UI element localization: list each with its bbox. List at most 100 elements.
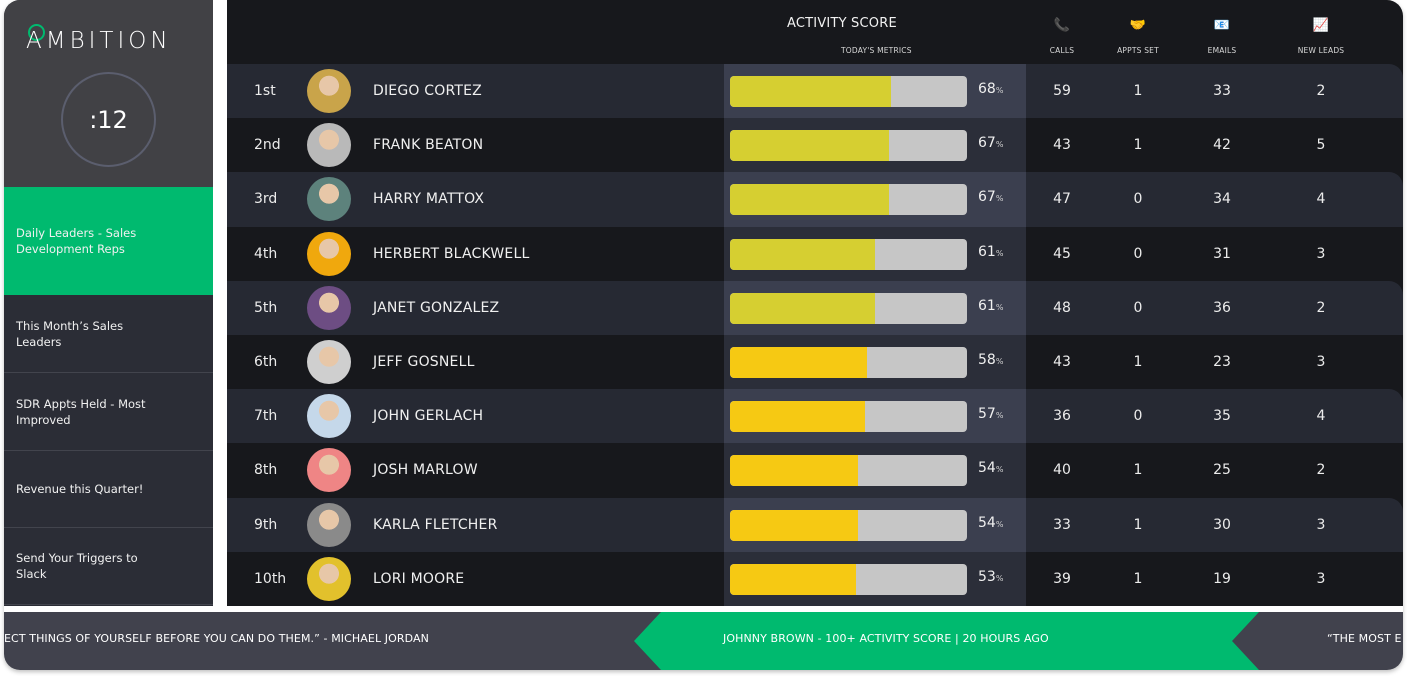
appts-count: 1 [1133,83,1143,100]
rank: 6th [254,354,278,371]
appts-count: 0 [1133,299,1143,316]
metric-header-new-leads: 📈 NEW LEADS [1276,14,1366,56]
metric-header-label: APPTS SET [1117,46,1159,55]
activity-score-bar [730,76,967,107]
appts-count: 1 [1133,354,1143,371]
rep-name: HARRY MATTOX [373,191,485,208]
ticker-quote-left: ECT THINGS OF YOURSELF BEFORE YOU CAN DO… [4,632,429,645]
calls-count: 33 [1053,516,1071,533]
appts-count: 1 [1133,516,1143,533]
emails-count: 30 [1213,516,1231,533]
emails-count: 25 [1213,462,1231,479]
rank: 9th [254,516,278,533]
rep-name: LORI MOORE [373,570,465,587]
news-ticker: ECT THINGS OF YOURSELF BEFORE YOU CAN DO… [4,612,1403,670]
emails-count: 31 [1213,245,1231,262]
ticker-quote-right: “THE MOST E [1327,632,1402,645]
rotation-timer: :12 [61,72,156,167]
calls-count: 45 [1053,245,1071,262]
activity-score-value: 67% [978,135,1004,152]
activity-score-bar [730,401,967,433]
sidebar-item-label: Daily Leaders - Sales Development Reps [16,226,137,256]
rep-name: DIEGO CORTEZ [373,83,482,100]
activity-score-cell: 54% [724,443,1026,498]
activity-score-bar [730,509,967,541]
avatar [307,177,351,222]
leader-row[interactable]: 4th HERBERT BLACKWELL 61% 45 0 31 3 [227,226,1403,281]
activity-score-bar [730,184,967,216]
leader-row[interactable]: 1st DIEGO CORTEZ 68% 59 1 33 2 [227,64,1403,119]
activity-score-value: 68% [978,81,1004,97]
sidebar-item-3[interactable]: SDR Appts Held - Most Improved [4,373,213,451]
sidebar-header: AMBITION :12 [4,0,213,187]
leader-row[interactable]: 7th JOHN GERLACH 57% 36 0 35 4 [227,389,1403,444]
leads-count: 3 [1316,516,1326,533]
rep-name: JEFF GOSNELL [373,354,475,371]
sidebar-item-1[interactable]: Daily Leaders - Sales Development Reps [4,187,213,295]
avatar [307,394,351,439]
activity-score-value: 61% [978,297,1004,314]
leader-row[interactable]: 3rd HARRY MATTOX 67% 47 0 34 4 [227,172,1403,227]
activity-score-cell: 58% [724,334,1026,390]
leader-row[interactable]: 10th LORI MOORE 53% 39 1 19 3 [227,551,1403,606]
activity-score-bar [730,346,967,378]
leader-row[interactable]: 9th KARLA FLETCHER 54% 33 1 30 3 [227,497,1403,552]
activity-score-value: 61% [978,243,1004,260]
rank: 4th [254,245,278,262]
activity-score-bar [730,238,967,270]
activity-score-value: 53% [978,568,1004,585]
sidebar-item-2[interactable]: This Month’s Sales Leaders [4,295,213,373]
calls-count: 39 [1053,570,1071,587]
rep-name: JOHN GERLACH [373,408,484,425]
activity-score-cell: 67% [724,172,1026,227]
activity-score-cell: 67% [724,118,1026,173]
leads-count: 3 [1316,570,1326,587]
rank: 3rd [254,191,278,208]
leads-count: 4 [1316,408,1326,425]
activity-score-bar-fill [730,238,875,270]
calls-count: 36 [1053,408,1071,425]
calls-count: 47 [1053,191,1071,208]
emails-count: 42 [1213,137,1231,154]
leader-row[interactable]: 6th JEFF GOSNELL 58% 43 1 23 3 [227,334,1403,390]
emails-count: 23 [1213,354,1231,371]
activity-score-value: 54% [978,514,1004,531]
metric-header-label: EMAILS [1207,46,1237,55]
leads-count: 2 [1316,83,1326,100]
activity-score-cell: 61% [724,280,1026,335]
avatar [307,285,351,330]
avatar [307,556,351,601]
activity-score-cell: 53% [724,551,1026,606]
sidebar-item-5[interactable]: Send Your Triggers to Slack [4,528,213,605]
rank: 8th [254,462,278,479]
activity-score-value: 58% [978,351,1004,368]
appts-count: 1 [1133,570,1143,587]
activity-score-bar-fill [730,292,875,324]
appts-count: 1 [1133,137,1143,154]
activity-score-bar-fill [730,401,866,433]
leader-row[interactable]: 2nd FRANK BEATON 67% 43 1 42 5 [227,118,1403,173]
avatar [307,231,351,276]
activity-score-bar-fill [730,346,868,378]
activity-score-bar [730,130,967,162]
activity-score-bar [730,455,967,487]
activity-score-cell: 57% [724,389,1026,444]
emails-count: 35 [1213,408,1231,425]
activity-score-bar-fill [730,76,892,107]
calls-count: 59 [1053,83,1071,100]
leader-row[interactable]: 8th JOSH MARLOW 54% 40 1 25 2 [227,443,1403,498]
activity-score-bar-fill [730,509,858,541]
leader-row[interactable]: 5th JANET GONZALEZ 61% 48 0 36 2 [227,280,1403,335]
email-icon: 📧 [1213,17,1231,33]
board-nav: Daily Leaders - Sales Development Reps Th… [4,187,213,605]
sidebar-item-4[interactable]: Revenue this Quarter! [4,451,213,528]
avatar [307,69,351,114]
activity-score-value: 57% [978,406,1004,423]
sidebar-item-label: This Month’s Sales Leaders [16,318,124,349]
leaderboard-header: ACTIVITY SCORE TODAY'S METRICS 📞 CALLS 🤝 AP… [227,0,1403,64]
activity-score-bar-fill [730,455,858,487]
leaderboard-window: AMBITION :12 Daily Leaders - Sales Devel… [4,0,1403,670]
sidebar: AMBITION :12 Daily Leaders - Sales Devel… [4,0,213,606]
rank: 10th [254,570,287,587]
rep-name: HERBERT BLACKWELL [373,245,530,262]
